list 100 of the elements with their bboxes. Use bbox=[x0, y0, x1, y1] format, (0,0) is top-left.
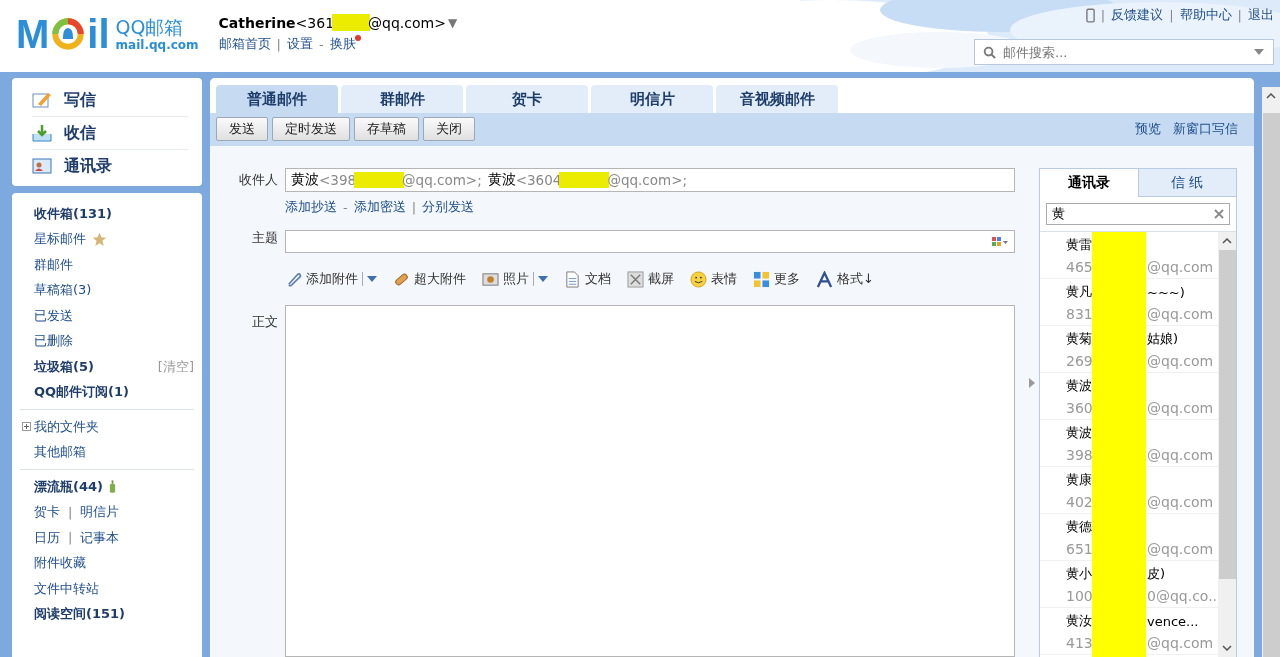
quick-action-link[interactable]: 收信 bbox=[64, 122, 96, 144]
contact-email: @qq.com bbox=[1147, 400, 1214, 416]
quick-action-link[interactable]: 写信 bbox=[64, 89, 96, 111]
attach-tool[interactable]: 表情 bbox=[711, 270, 737, 288]
contact-name: 黄凡 bbox=[1066, 283, 1093, 301]
contact-email: @qq.com bbox=[1147, 635, 1214, 651]
tab[interactable]: 贺卡 bbox=[466, 85, 588, 113]
logo-letter: M bbox=[16, 14, 50, 54]
separator: | bbox=[68, 504, 73, 520]
account-name: Catherine bbox=[218, 14, 296, 31]
contact-email: 0@qq.co... bbox=[1147, 588, 1218, 604]
account-link[interactable]: 设置 bbox=[286, 35, 313, 53]
separator: | bbox=[68, 530, 73, 546]
contact-email: @qq.com bbox=[1147, 494, 1214, 510]
contact-email: @qq.com bbox=[1147, 306, 1214, 322]
attach-tool[interactable]: 截屏 bbox=[648, 270, 674, 288]
attach-tool[interactable]: 格式↓ bbox=[837, 270, 874, 288]
folder-link[interactable]: 文件中转站 bbox=[34, 579, 99, 598]
recipient-address: <3604 bbox=[515, 172, 562, 188]
separator: - bbox=[318, 36, 324, 52]
field-label: 正文 bbox=[251, 313, 279, 331]
field-label: 主题 bbox=[251, 228, 279, 247]
tab[interactable]: 普通邮件 bbox=[216, 85, 338, 113]
recipient-option-link[interactable]: 添加密送 bbox=[353, 198, 406, 216]
logo-domain: mail.qq.com bbox=[115, 38, 199, 52]
attach-tool[interactable]: 文档 bbox=[585, 270, 611, 288]
folder-link[interactable]: QQ邮件订阅(1) bbox=[34, 383, 130, 402]
folder-link[interactable]: 明信片 bbox=[80, 503, 120, 522]
contact-email: 398 bbox=[1066, 447, 1093, 463]
folder-link[interactable]: 贺卡 bbox=[34, 503, 60, 522]
separator: | bbox=[411, 199, 417, 215]
separator: | bbox=[1100, 7, 1106, 23]
recipient-name: 黄波 bbox=[291, 171, 319, 189]
toolbar-link[interactable]: 新窗口写信 bbox=[1173, 120, 1238, 138]
folder-link[interactable]: 垃圾箱(5) bbox=[34, 357, 94, 376]
contact-email: 269 bbox=[1066, 353, 1093, 369]
folder-link[interactable]: 收件箱(131) bbox=[34, 204, 113, 223]
contact-name: 黄汝 bbox=[1066, 612, 1093, 630]
attach-tool[interactable]: 更多 bbox=[774, 270, 800, 288]
toolbar-button[interactable]: 关闭 bbox=[423, 117, 475, 141]
toolbar-button[interactable]: 存草稿 bbox=[354, 117, 419, 141]
quick-action-link[interactable]: 通讯录 bbox=[64, 155, 112, 177]
contact-search-field[interactable]: 黄 bbox=[1046, 203, 1230, 225]
account-link[interactable]: 换肤 bbox=[329, 35, 356, 53]
contact-name: 黄德 bbox=[1066, 518, 1093, 536]
contact-name: 皮) bbox=[1147, 565, 1166, 583]
contact-name: 黄小 bbox=[1066, 565, 1093, 583]
attach-tool[interactable]: 添加附件 bbox=[306, 270, 358, 288]
logo-letter: il bbox=[87, 14, 110, 54]
contact-email: 831 bbox=[1066, 306, 1093, 322]
tab[interactable]: 群邮件 bbox=[341, 85, 463, 113]
contact-name: 黄康 bbox=[1066, 471, 1093, 489]
separator: | bbox=[276, 36, 281, 52]
attach-tool[interactable]: 照片 bbox=[503, 270, 529, 288]
contact-name: 黄雷 bbox=[1066, 236, 1093, 254]
logo-name: QQ邮箱 bbox=[115, 16, 185, 38]
folder-link[interactable]: 已删除 bbox=[34, 332, 73, 351]
contact-email: 402 bbox=[1066, 494, 1093, 510]
separator: - bbox=[343, 199, 348, 215]
folder-link[interactable]: 记事本 bbox=[80, 528, 120, 547]
folder-link[interactable]: 已发送 bbox=[34, 306, 73, 325]
recipient-name: 黄波 bbox=[487, 171, 516, 189]
header-link[interactable]: 帮助中心 bbox=[1179, 6, 1232, 24]
folder-link[interactable]: 草稿箱(3) bbox=[34, 281, 92, 300]
account-link[interactable]: 邮箱首页 bbox=[218, 35, 271, 53]
contact-email: @qq.com bbox=[1147, 541, 1214, 557]
recipient-option-link[interactable]: 分别发送 bbox=[422, 198, 475, 216]
account-address: <361 bbox=[295, 14, 335, 31]
contact-email: @qq.com bbox=[1147, 259, 1214, 275]
contact-name: 黄波 bbox=[1066, 377, 1093, 395]
tab[interactable]: 音视频邮件 bbox=[716, 85, 838, 113]
folder-link[interactable]: 其他邮箱 bbox=[34, 443, 86, 462]
folder-link[interactable]: 星标邮件 bbox=[34, 230, 86, 249]
contact-email: 651 bbox=[1066, 541, 1093, 557]
folder-link[interactable]: 日历 bbox=[34, 528, 60, 547]
contact-email: @qq.com bbox=[1147, 353, 1214, 369]
contact-email: 100 bbox=[1066, 588, 1093, 604]
folder-link[interactable]: 漂流瓶(44) bbox=[34, 477, 103, 496]
header-link[interactable]: 反馈建议 bbox=[1111, 6, 1164, 24]
tab[interactable]: 信 纸 bbox=[1137, 169, 1236, 197]
folder-link[interactable]: 群邮件 bbox=[34, 255, 73, 274]
contact-email: 360 bbox=[1066, 400, 1093, 416]
toolbar-button[interactable]: 发送 bbox=[216, 117, 268, 141]
contact-name: ~~~) bbox=[1147, 284, 1185, 300]
folder-link[interactable]: 我的文件夹 bbox=[34, 417, 99, 436]
toolbar-button[interactable]: 定时发送 bbox=[272, 117, 350, 141]
tab[interactable]: 明信片 bbox=[591, 85, 713, 113]
attach-tool[interactable]: 超大附件 bbox=[414, 270, 466, 288]
contact-name: 黄波 bbox=[1066, 424, 1093, 442]
contact-name: 姑娘) bbox=[1147, 330, 1179, 348]
toolbar-link[interactable]: 预览 bbox=[1135, 120, 1161, 138]
separator: | bbox=[1169, 7, 1174, 23]
folder-link[interactable]: 阅读空间(151) bbox=[34, 605, 126, 624]
recipient-option-link[interactable]: 添加抄送 bbox=[285, 198, 337, 216]
contact-name: 黄菊 bbox=[1066, 330, 1093, 348]
contact-email: @qq.com bbox=[1147, 447, 1214, 463]
search-field[interactable]: 邮件搜索... bbox=[974, 39, 1274, 65]
header-link[interactable]: 退出 bbox=[1248, 6, 1274, 24]
folder-link[interactable]: 附件收藏 bbox=[34, 554, 86, 573]
caret-icon[interactable]: ▼ bbox=[447, 15, 458, 30]
